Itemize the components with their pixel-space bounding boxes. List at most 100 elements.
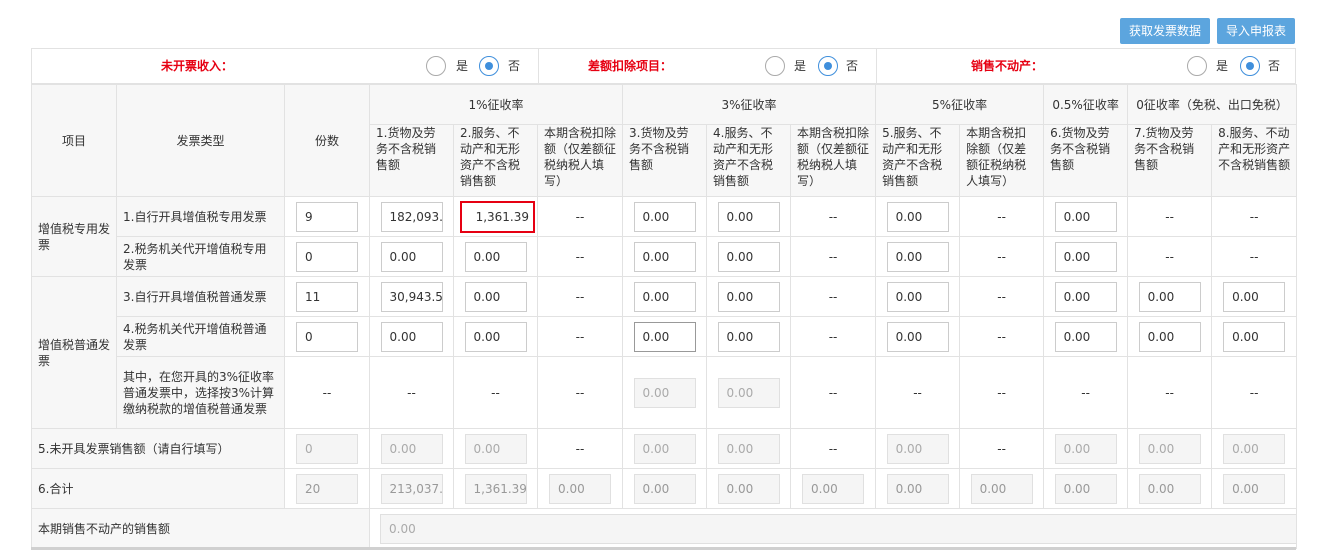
- yes-radio[interactable]: [426, 56, 446, 76]
- dash-cell: --: [959, 428, 1045, 469]
- count-total: 20: [296, 473, 358, 504]
- yes-radio[interactable]: [1187, 56, 1207, 76]
- uninvoiced-income-flag: 未开票收入： 是 否: [32, 49, 539, 83]
- dash-cell: --: [1043, 356, 1129, 429]
- table-row: 4.税务机关代开增值税普通发票 0 0.00 0.00 -- 0.00 0.00…: [32, 316, 1298, 357]
- col4-input: 0.00: [717, 433, 780, 464]
- col3-input[interactable]: 0.00: [633, 321, 696, 352]
- group-ordinary-invoice: 增值税普通发票: [31, 276, 117, 429]
- dash-cell: --: [790, 236, 877, 277]
- header-deduction-3pct: 本期含税扣除额（仅差额征税纳税人填写）: [790, 124, 877, 197]
- flag-label: 差额扣除项目：: [588, 59, 673, 73]
- total-row: 6.合计 20 213,037.0 1,361.39 0.00 0.00 0.0…: [31, 468, 1298, 509]
- col1-input[interactable]: 0.00: [380, 241, 443, 272]
- col7-input: 0.00: [1138, 433, 1201, 464]
- count-input[interactable]: 0: [296, 321, 358, 352]
- no-label: 否: [508, 59, 521, 73]
- col1-input: 0.00: [380, 433, 443, 464]
- col5-input: 0.00: [886, 433, 949, 464]
- col4-input: 0.00: [717, 377, 780, 408]
- count-input[interactable]: 0: [296, 241, 358, 272]
- import-return-button[interactable]: 导入申报表: [1216, 18, 1295, 44]
- yes-label: 是: [456, 59, 469, 73]
- fetch-invoice-data-button[interactable]: 获取发票数据: [1119, 18, 1210, 44]
- count-input[interactable]: 9: [296, 201, 358, 232]
- header-deduction-1pct: 本期含税扣除额（仅差额征税纳税人填写）: [536, 124, 624, 197]
- row-label: 4.税务机关代开增值税普通发票: [116, 316, 285, 357]
- col3-input[interactable]: 0.00: [633, 281, 696, 312]
- col7-input[interactable]: 0.00: [1138, 281, 1201, 312]
- row-label: 其中，在您开具的3%征收率普通发票中，选择按3%计算缴纳税款的增值税普通发票: [116, 356, 285, 429]
- col6-input[interactable]: 0.00: [1054, 201, 1117, 232]
- col4-input[interactable]: 0.00: [717, 321, 780, 352]
- dash-cell: --: [959, 196, 1045, 237]
- sales-detail-table: 项目 发票类型 份数 1%征收率 3%征收率 5%征收率 0.5%征收率 0征收…: [31, 84, 1298, 549]
- col8-input[interactable]: 0.00: [1223, 281, 1286, 312]
- dash-cell: --: [536, 316, 624, 357]
- table-row: 5.未开具发票销售额（请自行填写） 0 0.00 0.00 -- 0.00 0.…: [31, 428, 1298, 469]
- row-label: 6.合计: [31, 468, 285, 509]
- flag-label: 销售不动产：: [971, 59, 1044, 73]
- dash-cell: --: [536, 236, 624, 277]
- col3-input[interactable]: 0.00: [633, 201, 696, 232]
- dash-cell: --: [959, 236, 1045, 277]
- col8-input[interactable]: 0.00: [1223, 321, 1286, 352]
- col6-input[interactable]: 0.00: [1054, 241, 1117, 272]
- count-input[interactable]: 11: [296, 281, 358, 312]
- col1-input[interactable]: 182,093.5: [380, 201, 443, 232]
- header-count: 份数: [284, 84, 370, 197]
- no-radio[interactable]: [818, 56, 838, 76]
- col7-input[interactable]: 0.00: [1138, 321, 1201, 352]
- col6-input[interactable]: 0.00: [1054, 281, 1117, 312]
- dash-cell: --: [1211, 236, 1298, 277]
- yes-label: 是: [794, 59, 807, 73]
- no-label: 否: [1268, 59, 1281, 73]
- dash-cell: --: [536, 276, 624, 317]
- table-row: 本期销售不动产的销售额 0.00: [31, 508, 1298, 549]
- col1-input[interactable]: 0.00: [380, 321, 443, 352]
- dash-cell: --: [1211, 356, 1298, 429]
- col2-input-highlighted[interactable]: 1,361.39: [460, 200, 535, 233]
- dash-cell: --: [790, 428, 877, 469]
- dash-cell: --: [1211, 196, 1298, 237]
- col7-total: 0.00: [1138, 473, 1201, 504]
- header-col5: 5.服务、不动产和无形资产不含税销售额: [875, 124, 961, 197]
- col2-input[interactable]: 0.00: [464, 321, 527, 352]
- dash-cell: --: [369, 356, 454, 429]
- col2-input[interactable]: 0.00: [464, 281, 527, 312]
- col5-input[interactable]: 0.00: [886, 281, 949, 312]
- col4-input[interactable]: 0.00: [717, 281, 780, 312]
- header-rate-5pct: 5%征收率: [875, 84, 1045, 125]
- header-invoice-type: 发票类型: [116, 84, 285, 197]
- yes-radio[interactable]: [765, 56, 785, 76]
- col5-input[interactable]: 0.00: [886, 201, 949, 232]
- col1-total: 213,037.0: [380, 473, 443, 504]
- col2-input[interactable]: 0.00: [464, 241, 527, 272]
- header-rate-05pct: 0.5%征收率: [1043, 84, 1129, 125]
- header-col8: 8.服务、不动产和无形资产不含税销售额: [1211, 124, 1298, 197]
- dash-cell: --: [284, 356, 370, 429]
- dash-cell: --: [790, 276, 877, 317]
- no-radio[interactable]: [1240, 56, 1260, 76]
- flag-label: 未开票收入：: [161, 59, 234, 73]
- col4-input[interactable]: 0.00: [717, 241, 780, 272]
- real-estate-sales-input: 0.00: [380, 513, 1296, 544]
- col4-input[interactable]: 0.00: [717, 201, 780, 232]
- col5-input[interactable]: 0.00: [886, 321, 949, 352]
- row-label: 5.未开具发票销售额（请自行填写）: [31, 428, 285, 469]
- no-radio[interactable]: [479, 56, 499, 76]
- table-row: 其中，在您开具的3%征收率普通发票中，选择按3%计算缴纳税款的增值税普通发票 -…: [32, 356, 1298, 429]
- col1-input[interactable]: 30,943.56: [380, 281, 443, 312]
- row-label: 3.自行开具增值税普通发票: [116, 276, 285, 317]
- group-special-invoice: 增值税专用发票: [31, 196, 117, 277]
- row-label: 1.自行开具增值税专用发票: [116, 196, 285, 237]
- table-row: 2.税务机关代开增值税专用发票 0 0.00 0.00 -- 0.00 0.00…: [32, 236, 1298, 277]
- col3-input[interactable]: 0.00: [633, 241, 696, 272]
- col5-input[interactable]: 0.00: [886, 241, 949, 272]
- col6-input[interactable]: 0.00: [1054, 321, 1117, 352]
- col6-input: 0.00: [1054, 433, 1117, 464]
- deduction-5pct-total: 0.00: [970, 473, 1033, 504]
- dash-cell: --: [1127, 356, 1213, 429]
- col6-total: 0.00: [1054, 473, 1117, 504]
- header-col2: 2.服务、不动产和无形资产不含税销售额: [453, 124, 538, 197]
